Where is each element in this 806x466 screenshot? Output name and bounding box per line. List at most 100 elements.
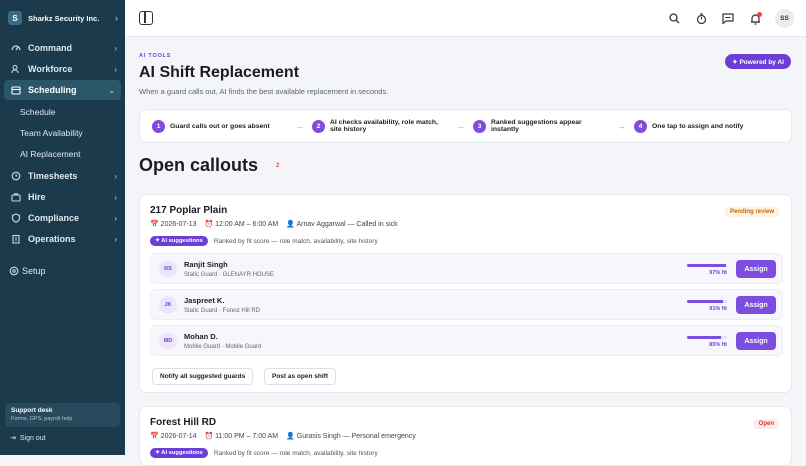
sign-out-link[interactable]: ⇥ Sign out (10, 434, 46, 443)
step-4: 4 One tap to assign and notify (634, 119, 743, 133)
sidebar-item-workforce[interactable]: Workforce › (0, 59, 125, 79)
topbar: SS (125, 0, 806, 37)
user-avatar[interactable]: SS (775, 9, 794, 28)
sidebar-item-command[interactable]: Command › (0, 38, 125, 58)
alarm-clock-icon: ⏰ (204, 433, 214, 440)
candidate-avatar: JK (159, 296, 177, 314)
fit-score-label: 97% fit (709, 270, 727, 276)
sign-out-icon: ⇥ (10, 435, 16, 442)
sidebar-item-label: Operations (28, 234, 76, 244)
page-eyebrow: AI TOOLS (139, 53, 172, 59)
fit-score-bar (687, 336, 727, 339)
building-icon (10, 234, 22, 244)
bell-icon[interactable] (748, 11, 762, 26)
step-label: Ranked suggestions appear instantly (491, 119, 582, 133)
fit-score-bar (687, 300, 727, 303)
org-logo: S (8, 11, 22, 25)
chevron-right-icon: › (114, 171, 117, 181)
callout-meta: 📅 2026-07-14 ⏰ 11:00 PM – 7:00 AM 👤 Gura… (150, 432, 416, 440)
callout-time: ⏰ 12:00 AM – 6:00 AM (204, 220, 278, 228)
ai-suggestions-tag: ✦ AI suggestions (150, 236, 208, 246)
callout-card: 217 Poplar Plain 📅 2026-07-13 ⏰ 12:00 AM… (139, 194, 792, 393)
callout-time: ⏰ 11:00 PM – 7:00 AM (204, 432, 278, 440)
org-name: Sharkz Security Inc. (28, 13, 100, 23)
how-it-works-steps: 1 Guard calls out or goes absent → 2 AI ch… (139, 109, 792, 143)
candidate-avatar: RS (159, 260, 177, 278)
sidebar-subitem-ai-replacement[interactable]: AI Replacement (0, 143, 125, 164)
assign-button[interactable]: Assign (736, 332, 776, 350)
notification-dot (757, 11, 762, 17)
step-label: Guard calls out or goes absent (170, 122, 270, 130)
sidebar-toggle-icon[interactable] (139, 11, 153, 25)
dashboard-icon (10, 43, 22, 53)
step-1: 1 Guard calls out or goes absent (152, 119, 287, 133)
post-open-shift-button[interactable]: Post as open shift (264, 368, 336, 385)
sidebar-subitem-schedule[interactable]: Schedule (0, 101, 125, 122)
callout-time-text: 11:00 PM – 7:00 AM (215, 433, 279, 440)
callout-date: 📅 2026-07-14 (150, 432, 196, 440)
candidate-role: Mobile Guard · Mobile Guard (184, 344, 262, 350)
sign-out-label: Sign out (19, 434, 46, 442)
callout-date-text: 2026-07-13 (160, 221, 197, 228)
alarm-clock-icon: ⏰ (204, 221, 214, 228)
step-number: 3 (473, 119, 486, 133)
sidebar-item-timesheets[interactable]: Timesheets › (0, 166, 125, 186)
calendar-icon: 📅 (150, 221, 159, 228)
candidate-row: MD Mohan D. Mobile Guard · Mobile Guard … (150, 325, 783, 356)
sidebar-item-scheduling[interactable]: Scheduling ⌄ (4, 80, 121, 100)
step-number: 1 (152, 119, 165, 133)
sidebar-item-hire[interactable]: Hire › (0, 187, 125, 207)
ai-suggestions-row: ✦ AI suggestions Ranked by fit score — r… (150, 236, 378, 246)
fit-score-fill (687, 300, 724, 303)
sidebar-item-label: Setup (22, 266, 46, 276)
callout-site: Forest Hill RD (150, 417, 217, 428)
notify-all-button[interactable]: Notify all suggested guards (152, 368, 254, 385)
candidate-avatar: MD (159, 332, 177, 350)
search-icon[interactable] (667, 12, 681, 26)
chevron-right-icon: › (115, 13, 118, 23)
open-callouts-title: Open callouts (139, 155, 259, 175)
step-number: 2 (312, 119, 325, 133)
sidebar-item-setup[interactable]: Setup (0, 261, 125, 281)
callout-meta: 📅 2026-07-13 ⏰ 12:00 AM – 6:00 AM 👤 Arna… (150, 220, 398, 228)
person-icon: 👤 (286, 433, 295, 440)
step-number: 4 (634, 119, 647, 133)
chevron-down-icon: ⌄ (108, 85, 115, 95)
ai-ranking-note: Ranked by fit score — role match, availa… (213, 449, 378, 457)
ai-ranking-note: Ranked by fit score — role match, availa… (213, 237, 378, 245)
assign-button[interactable]: Assign (736, 296, 776, 314)
ai-suggestions-tag: ✦ AI suggestions (150, 448, 208, 458)
candidate-role: Static Guard · GLENAYR HOUSE (184, 272, 274, 278)
fit-score-fill (687, 336, 721, 339)
chevron-right-icon: › (114, 64, 117, 74)
shield-icon (10, 213, 22, 223)
fit-score-fill (687, 264, 726, 267)
sidebar-subitem-team-availability[interactable]: Team Availability (0, 122, 125, 143)
sidebar-item-label: Command (28, 43, 73, 53)
candidate-role: Static Guard · Forest Hill RD (184, 308, 261, 314)
step-2: 2 AI checks availability, role match, sit… (312, 119, 448, 133)
timer-icon[interactable] (694, 12, 708, 26)
candidate-row: RS Ranjit Singh Static Guard · GLENAYR H… (150, 253, 783, 284)
people-icon (10, 64, 22, 74)
sidebar-item-label: Timesheets (28, 171, 78, 181)
page-title: AI Shift Replacement (139, 64, 300, 81)
candidate-name: Jaspreet K. (184, 296, 225, 305)
chat-icon[interactable] (721, 12, 735, 26)
calendar-icon: 📅 (150, 433, 159, 440)
chevron-right-icon: › (114, 43, 117, 53)
chevron-right-icon: › (114, 213, 117, 223)
sidebar-item-operations[interactable]: Operations › (0, 229, 125, 249)
org-switcher[interactable]: S Sharkz Security Inc. › (8, 10, 118, 26)
fit-score-label: 85% fit (709, 342, 727, 348)
sidebar-item-label: Workforce (28, 64, 73, 74)
sidebar-item-compliance[interactable]: Compliance › (0, 208, 125, 228)
arrow-right-icon: → (456, 121, 465, 131)
callout-guard: 👤 Arnav Aggarwal — Called in sick (286, 220, 397, 228)
status-badge: Open (753, 419, 779, 429)
callout-guard: 👤 Gurasis Singh — Personal emergency (286, 432, 416, 440)
assign-button[interactable]: Assign (736, 260, 776, 278)
support-desk-card[interactable]: Support desk Forms, GPS, payroll help (5, 403, 120, 427)
step-label: AI checks availability, role match, site… (330, 119, 438, 133)
arrow-right-icon: → (617, 121, 626, 131)
